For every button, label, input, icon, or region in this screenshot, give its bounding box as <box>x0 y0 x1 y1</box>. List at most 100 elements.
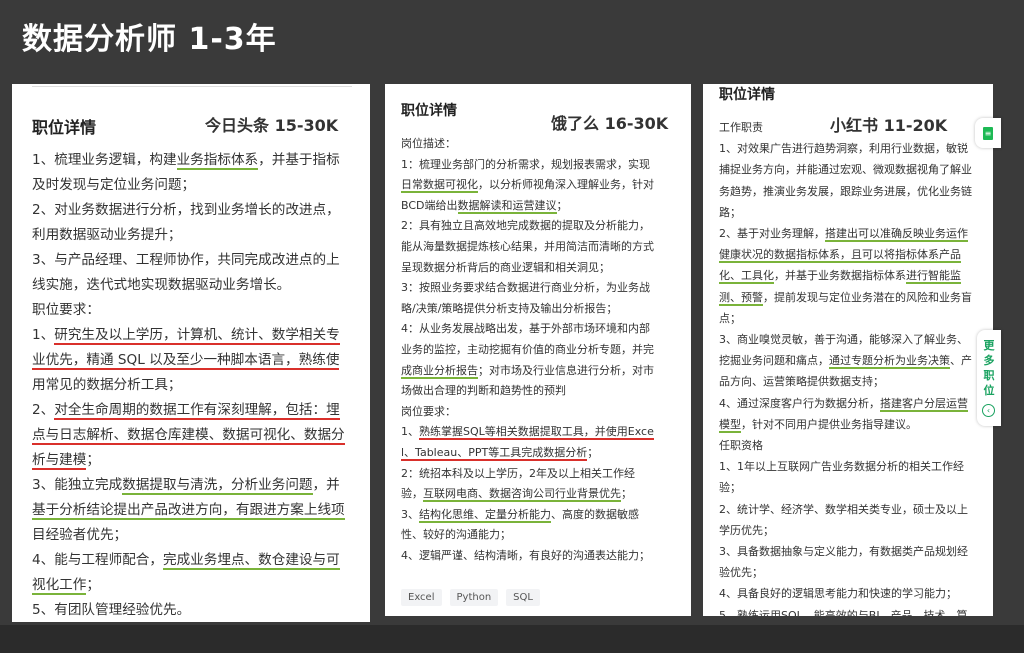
text-segment: ，以分析师视角深入理解业务，针对 <box>478 178 654 192</box>
text-segment: 工作职责 <box>719 121 763 134</box>
highlighted-segment: 点与日志解析、数据仓库建模、数据可视化、数据分 <box>32 427 345 445</box>
text-segment: 1、1年以上互联网广告业务数据分析的相关工作经 <box>719 460 964 474</box>
more-jobs-label: 更多职位 <box>983 339 995 397</box>
text-segment: 2、对业务数据进行分析，找到业务增长的改进点， <box>32 202 340 218</box>
highlighted-segment: 析与建模 <box>32 452 87 470</box>
description-line: 1：梳理业务部门的分析需求，规划报表需求，实现 <box>401 155 650 176</box>
text-segment: 点； <box>719 311 741 325</box>
text-segment: 3、具备数据抽象与定义能力，有数据类产品规划经 <box>719 545 968 558</box>
job-description: 工作职责 1、对效果广告进行趋势洞察，利用行业数据，敏锐 捕捉业务方向，并能通过宏观… <box>719 117 993 616</box>
skill-tags: Excel Python SQL <box>401 589 540 606</box>
highlighted-segment: 进行智能监 <box>906 269 961 285</box>
description-line: 成商业分析报告；对市场及行业信息进行分析，对市 <box>401 361 654 382</box>
description-line: 务趋势，推演业务发展，跟踪业务进展，优化业务链 <box>719 181 972 202</box>
description-line: 5、熟练运用SQL，能高效的与BI、产品、技术、算 <box>719 605 968 616</box>
card-header: 职位详情 <box>401 103 457 119</box>
text-segment: 4、具备良好的逻辑思考能力和快速的学习能力； <box>719 587 957 601</box>
description-line: 捕捉业务方向，并能通过宏观、微观数据视角了解业 <box>719 159 972 180</box>
job-description: 岗位描述： 1：梳理业务部门的分析需求，规划报表需求，实现 日常数据可视化，以分析师… <box>401 134 687 616</box>
highlighted-segment: 日常数据可视化 <box>401 178 478 194</box>
description-line: 1、熟练掌握SQL等相关数据提取工具，并使用Exce <box>401 422 654 443</box>
text-segment: ； <box>621 487 632 501</box>
skill-tag[interactable]: Python <box>449 589 499 606</box>
highlighted-segment: 模型 <box>719 417 741 433</box>
text-segment: 3、与产品经理、工程师协作，共同完成改进点的上 <box>32 252 340 268</box>
highlighted-segment: 化、工具化 <box>719 269 774 285</box>
description-line: 化、工具化，并基于业务数据指标体系进行智能监 <box>719 265 961 286</box>
company-salary: 今日头条 15-30K <box>205 116 339 135</box>
highlighted-segment: 数据解读和运营建议 <box>457 198 557 214</box>
text-segment: 线实施，迭代式地实现数据驱动业务增长。 <box>32 277 291 293</box>
highlighted-segment: l、Tableau、PPT等工具完成数据分析 <box>401 446 588 461</box>
highlighted-segment: 测、预警 <box>719 290 763 306</box>
description-line: 1、对效果广告进行趋势洞察，利用行业数据，敏锐 <box>719 138 968 159</box>
text-segment: ； <box>587 446 599 459</box>
text-segment: 任职资格 <box>719 439 763 452</box>
description-line: 及时发现与定位业务问题； <box>32 173 195 198</box>
description-line: 4、通过深度客户行为数据分析，搭建客户分层运营 <box>719 393 968 414</box>
text-segment: 4、通过深度客户行为数据分析， <box>719 396 880 410</box>
description-line: 略/决策/策略提供分析支持及输出分析报告； <box>401 299 617 320</box>
text-segment: 岗位描述： <box>401 137 456 150</box>
company-salary: 饿了么 16-30K <box>551 114 669 133</box>
description-line: 能从海量数据提炼核心结果，并用简洁而清晰的方式 <box>401 237 654 258</box>
description-line: 工作职责 <box>719 117 763 138</box>
highlighted-segment: 视化工作 <box>32 577 87 595</box>
text-segment: 目经验者优先； <box>32 527 128 543</box>
description-line: 2：具有独立且高效地完成数据的提取及分析能力， <box>401 216 650 237</box>
description-line: 职位要求： <box>32 298 100 323</box>
description-line: 性、较好的沟通能力； <box>401 525 511 546</box>
description-line: 基于分析结论提出产品改进方向，有跟进方案上线项 <box>32 498 345 523</box>
description-line: 视化工作； <box>32 573 100 598</box>
more-jobs-button[interactable]: 更多职位 ‹ <box>977 330 1001 426</box>
description-line: 2、对业务数据进行分析，找到业务增长的改进点， <box>32 198 340 223</box>
text-segment: 1：梳理业务部门的分析需求，规划报表需求，实现 <box>401 157 650 171</box>
text-segment: 2、统计学、经济学、数学相关类专业，硕士及以上 <box>719 502 968 516</box>
description-line: 验优先； <box>719 562 763 583</box>
text-segment: ，并基于业务数据指标体系 <box>774 269 906 283</box>
description-line: 验，互联网电商、数据咨询公司行业背景优先； <box>401 484 632 505</box>
description-line: 用常见的数据分析工具； <box>32 373 182 398</box>
description-line: 析与建模； <box>32 448 100 473</box>
text-segment: 利用数据驱动业务提升； <box>32 227 182 243</box>
text-segment: 2：具有独立且高效地完成数据的提取及分析能力， <box>401 219 650 233</box>
highlighted-segment: 基于分析结论提出产品改进方向，有跟进方案上线项 <box>32 502 345 520</box>
text-segment: ，并 <box>312 477 340 493</box>
description-line: 岗位描述： <box>401 134 456 155</box>
text-segment: 4、能与工程师配合， <box>32 552 163 568</box>
highlighted-segment: 结构化思维、定量分析能力 <box>419 507 551 523</box>
text-segment: 用常见的数据分析工具； <box>32 377 182 393</box>
job-card-xiaohongshu: 职位详情 小红书 11-20K 工作职责 1、对效果广告进行趋势洞察，利用行业数据… <box>703 84 993 616</box>
description-line: 业务的监控，主动挖掘有价值的商业分析专题，并完 <box>401 340 654 361</box>
text-segment: 验； <box>719 481 741 495</box>
text-segment: 岗位要求： <box>401 404 456 418</box>
job-card-toutiao: 职位详情 今日头条 15-30K 1、梳理业务逻辑，构建业务指标体系，并基于指标… <box>12 84 370 622</box>
description-line: 点与日志解析、数据仓库建模、数据可视化、数据分 <box>32 423 345 448</box>
description-line: BCD端给出数据解读和运营建议； <box>401 196 568 217</box>
description-line: 场做出合理的判断和趋势性的预判 <box>401 381 566 402</box>
highlighted-segment: 完成业务埋点、数仓建设与可 <box>163 552 340 570</box>
description-line: 健康状况的数据指标体系，且可以将指标体系产品 <box>719 244 961 265</box>
description-line: 4、逻辑严谨、结构清晰，有良好的沟通表达能力； <box>401 546 650 567</box>
document-icon[interactable]: ≡ <box>975 118 1001 148</box>
description-line: 2：统招本科及以上学历，2年及以上相关工作经 <box>401 464 635 485</box>
text-segment: ； <box>556 198 568 212</box>
description-line: 目经验者优先； <box>32 523 127 548</box>
text-segment: 验， <box>401 487 423 501</box>
text-segment: ，并基于指标 <box>258 152 340 168</box>
skill-tag[interactable]: SQL <box>506 589 540 606</box>
highlighted-segment: 健康状况的数据指标体系，且可以将指标体系产品 <box>719 248 961 264</box>
slide-title: 数据分析师 1-3年 <box>22 22 277 57</box>
description-line: 业优先，精通 SQL 以及至少一种脚本语言，熟练使 <box>32 348 340 373</box>
description-line: 3、具备数据抽象与定义能力，有数据类产品规划经 <box>719 541 968 562</box>
skill-tag[interactable]: Excel <box>401 589 442 606</box>
text-segment: 品方向、运营策略提供数据支持； <box>719 375 884 389</box>
description-line: 模型，针对不同用户提供业务指导建议。 <box>719 414 917 435</box>
description-line: 点； <box>719 308 741 329</box>
description-line: 学历优先； <box>719 520 774 541</box>
text-segment: 业务的监控，主动挖掘有价值的商业分析专题，并完 <box>401 343 654 356</box>
card-header: 职位详情 <box>719 87 775 103</box>
highlighted-segment: 搭建出可以准确反映业务运作 <box>825 227 968 242</box>
text-segment: ，针对不同用户提供业务指导建议。 <box>741 417 917 431</box>
highlighted-segment: 业优先，精通 SQL 以及至少一种脚本语言，熟练使 <box>32 352 340 370</box>
